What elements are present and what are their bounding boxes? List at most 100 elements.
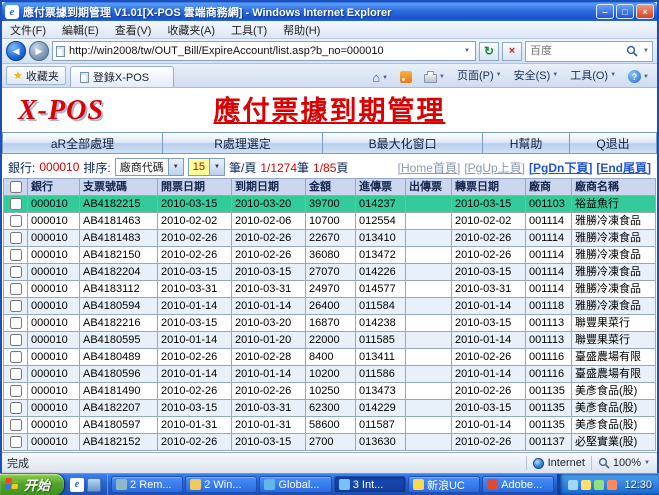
sort-select[interactable]: 廠商代碼 ▼	[115, 158, 184, 176]
maximize-window-button[interactable]: B最大化窗口	[323, 132, 483, 154]
menu-item-favorites[interactable]: 收藏夹(A)	[159, 20, 223, 40]
col-header-vendor-name[interactable]: 廠商名稱	[572, 179, 656, 196]
table-row[interactable]: 000010AB41814902010-02-262010-02-2610250…	[4, 383, 656, 400]
row-checkbox[interactable]	[10, 351, 22, 363]
help-menu[interactable]: ? ▼	[624, 68, 653, 85]
start-button[interactable]: 开始	[0, 474, 64, 495]
back-button[interactable]: ◀	[6, 41, 26, 61]
taskbar-button[interactable]: Global...	[259, 476, 331, 493]
process-selected-button[interactable]: R處理選定	[163, 132, 323, 154]
quick-launch-ie-icon[interactable]: e	[70, 478, 84, 492]
close-button[interactable]: ×	[636, 4, 654, 19]
col-header-bank[interactable]: 銀行	[28, 179, 80, 196]
table-cell: 2010-01-31	[158, 417, 232, 434]
taskbar-button[interactable]: Adobe...	[482, 476, 554, 493]
antivirus-icon[interactable]	[594, 480, 604, 490]
table-row[interactable]: 000010AB41805942010-01-142010-01-1426400…	[4, 298, 656, 315]
clock[interactable]: 12:30	[624, 479, 652, 491]
table-row[interactable]: 000010AB41821502010-02-262010-02-2636080…	[4, 247, 656, 264]
row-checkbox[interactable]	[10, 334, 22, 346]
table-row[interactable]: 000010AB41822072010-03-152010-03-3162300…	[4, 400, 656, 417]
search-input[interactable]	[526, 45, 624, 57]
table-row[interactable]: 000010AB41822162010-03-152010-03-2016870…	[4, 315, 656, 332]
col-header-check-no[interactable]: 支票號碼	[80, 179, 158, 196]
favorites-button[interactable]: ★ 收藏夹	[6, 66, 66, 85]
table-row[interactable]: 000010AB41805972010-01-312010-01-3158600…	[4, 417, 656, 434]
page-size-select[interactable]: 15 ▼	[188, 158, 225, 176]
quick-launch-desktop-icon[interactable]	[87, 478, 101, 492]
search-dropdown-icon[interactable]: ▼	[640, 48, 652, 54]
taskbar-button[interactable]: 2 Win...	[185, 476, 257, 493]
col-header-due-date[interactable]: 到期日期	[232, 179, 306, 196]
print-button[interactable]: ▼	[420, 69, 449, 85]
stop-button[interactable]: ×	[502, 42, 522, 61]
row-checkbox[interactable]	[10, 368, 22, 380]
table-cell	[406, 315, 452, 332]
taskbar-button[interactable]: 2 Rem...	[111, 476, 183, 493]
select-all-checkbox[interactable]	[10, 181, 22, 193]
taskbar-button[interactable]: 新浪UC	[408, 476, 480, 493]
menu-item-tools[interactable]: 工具(T)	[223, 20, 275, 40]
col-header-in-voucher[interactable]: 進傳票	[356, 179, 406, 196]
menu-item-file[interactable]: 文件(F)	[2, 20, 54, 40]
row-checkbox[interactable]	[10, 436, 22, 448]
tab-xpos-login[interactable]: 登錄X-POS	[70, 66, 174, 87]
zoom-control[interactable]: 100% ▼	[598, 457, 652, 469]
url-input[interactable]	[65, 45, 461, 57]
quit-button[interactable]: Q退出	[570, 132, 657, 154]
search-icon[interactable]	[624, 45, 640, 57]
network-icon[interactable]	[568, 480, 578, 490]
row-checkbox[interactable]	[10, 215, 22, 227]
refresh-button[interactable]: ↻	[479, 42, 499, 61]
messenger-icon[interactable]	[607, 480, 617, 490]
row-checkbox[interactable]	[10, 283, 22, 295]
menu-item-edit[interactable]: 編輯(E)	[54, 20, 107, 40]
tools-menu[interactable]: 工具(O) ▼	[566, 65, 620, 85]
taskbar-button[interactable]: 3 Int...	[334, 476, 406, 493]
table-row[interactable]: 000010AB41814632010-02-022010-02-0610700…	[4, 213, 656, 230]
table-cell: 001103	[526, 196, 572, 213]
row-checkbox[interactable]	[10, 317, 22, 329]
table-row[interactable]: 000010AB41822042010-03-152010-03-1527070…	[4, 264, 656, 281]
row-checkbox[interactable]	[10, 402, 22, 414]
home-icon: ⌂	[372, 72, 380, 83]
safety-menu[interactable]: 安全(S) ▼	[510, 65, 563, 85]
row-checkbox[interactable]	[10, 232, 22, 244]
col-header-out-voucher[interactable]: 出傳票	[406, 179, 452, 196]
page-menu[interactable]: 页面(P) ▼	[453, 65, 506, 85]
nav-home-link[interactable]: [Home首頁]	[398, 159, 461, 176]
col-header-issue-date[interactable]: 開票日期	[158, 179, 232, 196]
row-checkbox[interactable]	[10, 385, 22, 397]
minimize-button[interactable]: –	[596, 4, 614, 19]
address-field[interactable]: ▼	[52, 41, 476, 61]
table-row[interactable]: 000010AB41822152010-03-152010-03-2039700…	[4, 196, 656, 213]
table-row[interactable]: 000010AB41805952010-01-142010-01-2022000…	[4, 332, 656, 349]
search-box[interactable]: ▼	[525, 41, 653, 62]
table-row[interactable]: 000010AB41821522010-02-262010-03-1527000…	[4, 434, 656, 451]
table-row[interactable]: 000010AB41805962010-01-142010-01-1410200…	[4, 366, 656, 383]
maximize-button[interactable]: □	[616, 4, 634, 19]
forward-button[interactable]: ▶	[29, 41, 49, 61]
col-header-transfer-date[interactable]: 轉票日期	[452, 179, 526, 196]
nav-pgdn-link[interactable]: [PgDn下頁]	[529, 159, 592, 176]
row-checkbox[interactable]	[10, 419, 22, 431]
address-dropdown-icon[interactable]: ▼	[461, 48, 473, 54]
table-row[interactable]: 000010AB41814832010-02-262010-02-2622670…	[4, 230, 656, 247]
home-button[interactable]: ⌂ ▼	[368, 70, 392, 85]
row-checkbox[interactable]	[10, 266, 22, 278]
process-all-button[interactable]: aR全部處理	[2, 132, 163, 154]
menu-item-help[interactable]: 帮助(H)	[275, 20, 328, 40]
volume-icon[interactable]	[581, 480, 591, 490]
menu-item-view[interactable]: 查看(V)	[107, 20, 160, 40]
row-checkbox[interactable]	[10, 300, 22, 312]
nav-pgup-link[interactable]: [PgUp上頁]	[464, 159, 525, 176]
nav-end-link[interactable]: [End尾頁]	[596, 159, 651, 176]
col-header-vendor[interactable]: 廠商	[526, 179, 572, 196]
app-help-button[interactable]: H幫助	[483, 132, 570, 154]
col-header-amount[interactable]: 金額	[306, 179, 356, 196]
table-row[interactable]: 000010AB41804892010-02-262010-02-2884000…	[4, 349, 656, 366]
feeds-button[interactable]	[396, 69, 416, 85]
row-checkbox[interactable]	[10, 198, 22, 210]
table-row[interactable]: 000010AB41831122010-03-312010-03-3124970…	[4, 281, 656, 298]
row-checkbox[interactable]	[10, 249, 22, 261]
